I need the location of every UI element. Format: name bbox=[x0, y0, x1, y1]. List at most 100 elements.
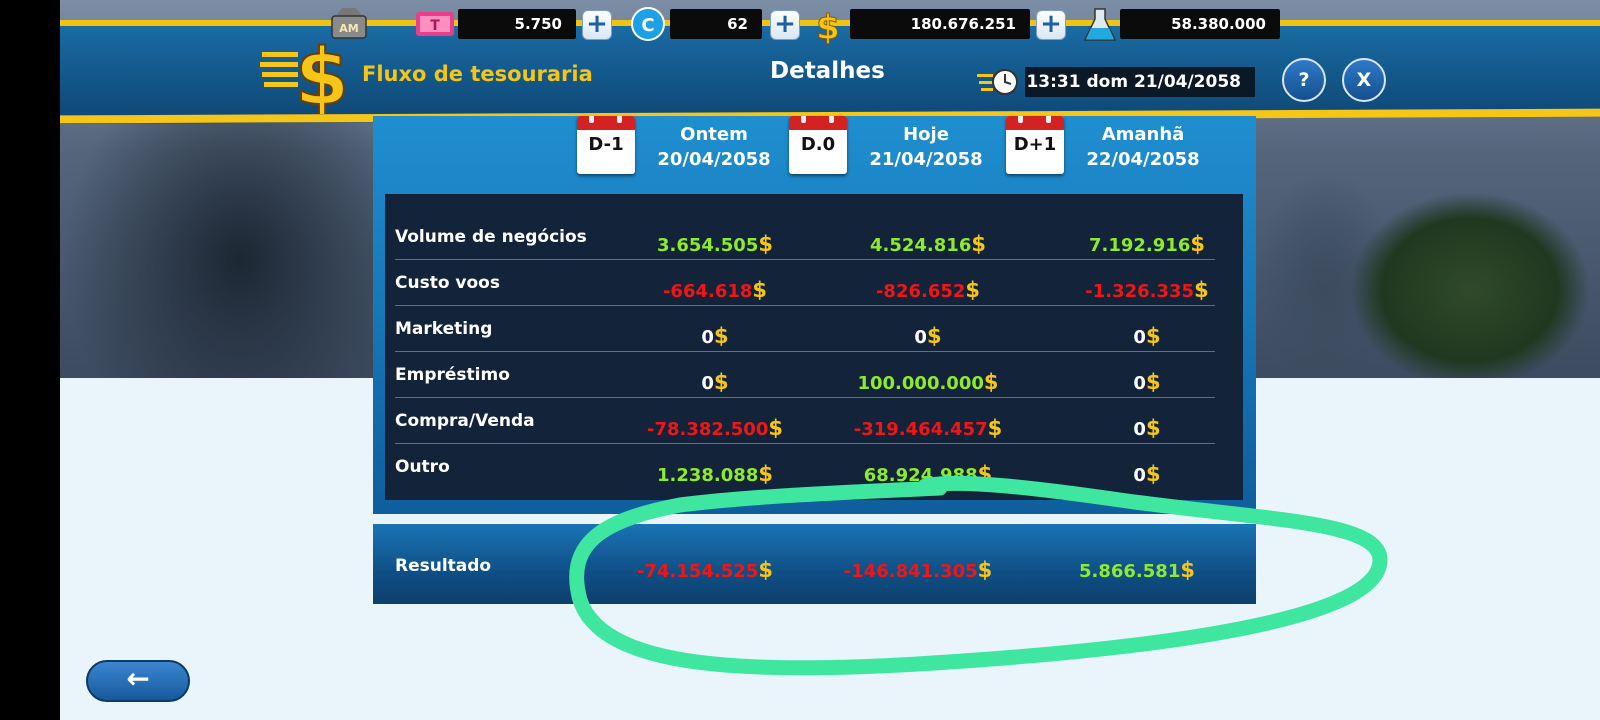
result-bar: Resultado -74.154.525$ -146.841.305$ 5.866… bbox=[373, 524, 1256, 604]
column-date: 22/04/2058 bbox=[1086, 149, 1200, 170]
game-clock: 13:31 dom 21/04/2058 bbox=[1025, 67, 1255, 97]
calendar-badge: D-1 bbox=[588, 134, 624, 155]
table-cell: 7.192.916$ bbox=[1037, 232, 1257, 256]
row-label: Custo voos bbox=[395, 273, 500, 293]
cell-value: 68.924.988 bbox=[863, 465, 978, 486]
currency-symbol: $ bbox=[768, 416, 783, 440]
currency-symbol: $ bbox=[1145, 462, 1161, 486]
coin-icon: C bbox=[630, 6, 668, 42]
page-title: Fluxo de tesouraria bbox=[362, 62, 593, 86]
row-label: Compra/Venda bbox=[395, 411, 535, 431]
table-cell: 0$ bbox=[1037, 370, 1257, 394]
help-button[interactable]: ? bbox=[1282, 58, 1326, 102]
table-cell: -78.382.500$ bbox=[605, 416, 825, 440]
currency-symbol: $ bbox=[752, 278, 768, 302]
cell-value: 0 bbox=[1133, 419, 1146, 440]
research-counter: 58.380.000 bbox=[1120, 9, 1280, 39]
column-title: Hoje 21/04/2058 bbox=[851, 122, 1001, 172]
cell-value: 0 bbox=[701, 327, 714, 348]
svg-text:T: T bbox=[430, 18, 440, 34]
table-row: Empréstimo 0$ 100.000.000$ 0$ bbox=[395, 352, 1225, 398]
row-label: Marketing bbox=[395, 319, 493, 339]
add-tickets-button[interactable]: + bbox=[582, 10, 612, 40]
column-title: Ontem 20/04/2058 bbox=[639, 122, 789, 172]
back-button[interactable]: ← bbox=[86, 660, 190, 702]
table-cell: -1.326.335$ bbox=[1037, 278, 1257, 302]
currency-symbol: $ bbox=[713, 370, 729, 394]
table-cell: 4.524.816$ bbox=[818, 232, 1038, 256]
result-value: -74.154.525 bbox=[637, 561, 759, 582]
currency-symbol: $ bbox=[965, 278, 981, 302]
table-cell: 0$ bbox=[605, 324, 825, 348]
cell-value: 0 bbox=[1133, 465, 1146, 486]
speed-clock-icon bbox=[977, 62, 1021, 106]
currency-symbol: $ bbox=[1145, 416, 1161, 440]
currency-symbol: $ bbox=[1194, 278, 1209, 302]
table-row: Outro 1.238.088$ 68.924.988$ 0$ bbox=[395, 444, 1225, 490]
row-label: Outro bbox=[395, 457, 450, 477]
currency-symbol: $ bbox=[983, 370, 999, 394]
column-date: 21/04/2058 bbox=[869, 149, 983, 170]
cell-value: -1.326.335 bbox=[1085, 281, 1195, 302]
table-cell: -826.652$ bbox=[818, 278, 1038, 302]
svg-text:C: C bbox=[641, 15, 654, 36]
cell-value: -664.618 bbox=[662, 281, 753, 302]
table-cell: 100.000.000$ bbox=[818, 370, 1038, 394]
ticket-icon: T bbox=[414, 6, 454, 42]
currency-symbol: $ bbox=[713, 324, 729, 348]
result-cell: 5.866.581$ bbox=[1027, 558, 1247, 582]
cell-value: -319.464.457 bbox=[853, 419, 988, 440]
column-header-tomorrow: D+1 Amanhã 22/04/2058 bbox=[1006, 116, 1236, 194]
result-cell: -146.841.305$ bbox=[808, 558, 1028, 582]
calendar-icon: D.0 bbox=[789, 116, 847, 174]
money-dollar-icon: $ bbox=[810, 6, 848, 49]
calendar-icon: D+1 bbox=[1006, 116, 1064, 174]
table-cell: -319.464.457$ bbox=[818, 416, 1038, 440]
table-row: Compra/Venda -78.382.500$ -319.464.457$ 0$ bbox=[395, 398, 1225, 444]
currency-symbol: $ bbox=[758, 232, 773, 256]
column-header-today: D.0 Hoje 21/04/2058 bbox=[789, 116, 1019, 194]
column-day-label: Ontem bbox=[680, 124, 748, 145]
currency-symbol: $ bbox=[987, 416, 1003, 440]
cell-value: -826.652 bbox=[875, 281, 966, 302]
column-title: Amanhã 22/04/2058 bbox=[1068, 122, 1218, 172]
row-label: Empréstimo bbox=[395, 365, 510, 385]
game-screen: AM T 5.750 + C 62 + $ 180.676.251 + 58.3… bbox=[60, 0, 1600, 720]
currency-symbol: $ bbox=[977, 462, 993, 486]
table-row: Volume de negócios 3.654.505$ 4.524.816$ 7.… bbox=[395, 214, 1225, 260]
currency-symbol: $ bbox=[926, 324, 942, 348]
row-label: Volume de negócios bbox=[395, 227, 587, 247]
calendar-icon: D-1 bbox=[577, 116, 635, 174]
cell-value: 0 bbox=[1133, 373, 1146, 394]
resource-bar: AM T 5.750 + C 62 + $ 180.676.251 + 58.3… bbox=[330, 0, 1310, 49]
cell-value: 100.000.000 bbox=[857, 373, 984, 394]
close-button[interactable]: X bbox=[1342, 58, 1386, 102]
table-row: Marketing 0$ 0$ 0$ bbox=[395, 306, 1225, 352]
table-cell: 1.238.088$ bbox=[605, 462, 825, 486]
add-money-button[interactable]: + bbox=[1036, 10, 1066, 40]
cell-value: 0 bbox=[1133, 327, 1146, 348]
currency-symbol: $ bbox=[977, 558, 993, 582]
currency-symbol: $ bbox=[1180, 558, 1195, 582]
table-cell: 0$ bbox=[1037, 324, 1257, 348]
cell-value: 1.238.088 bbox=[657, 465, 759, 486]
table-cell: 0$ bbox=[605, 370, 825, 394]
calendar-badge: D.0 bbox=[800, 134, 836, 155]
table-row: Custo voos -664.618$ -826.652$ -1.326.335$ bbox=[395, 260, 1225, 306]
table-cell: 0$ bbox=[1037, 462, 1257, 486]
column-day-label: Hoje bbox=[903, 124, 949, 145]
calendar-badge: D+1 bbox=[1013, 134, 1057, 155]
treasury-dollar-logo-icon: $ bbox=[260, 32, 356, 124]
research-flask-icon bbox=[1082, 6, 1120, 42]
cell-value: 7.192.916 bbox=[1089, 235, 1191, 256]
tickets-counter: 5.750 bbox=[458, 9, 576, 39]
add-coins-button[interactable]: + bbox=[770, 10, 800, 40]
currency-symbol: $ bbox=[971, 232, 986, 256]
cell-value: 4.524.816 bbox=[870, 235, 972, 256]
cashflow-table: Volume de negócios 3.654.505$ 4.524.816$ 7.… bbox=[385, 194, 1243, 500]
column-header-yesterday: D-1 Ontem 20/04/2058 bbox=[577, 116, 807, 194]
cell-value: -78.382.500 bbox=[647, 419, 769, 440]
column-date: 20/04/2058 bbox=[657, 149, 771, 170]
result-value: -146.841.305 bbox=[843, 561, 978, 582]
currency-symbol: $ bbox=[1145, 324, 1161, 348]
